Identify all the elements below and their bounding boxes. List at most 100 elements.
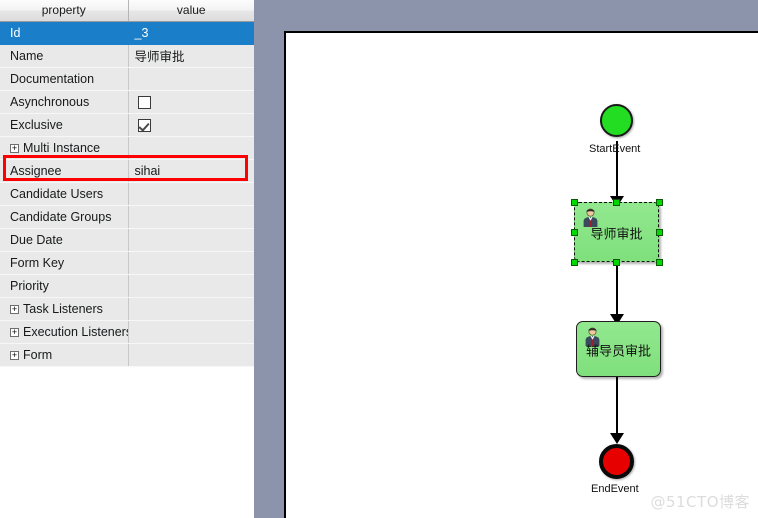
table-row[interactable]: Due Date	[0, 228, 254, 252]
expand-plus-icon[interactable]: +	[10, 304, 19, 314]
table-row[interactable]: Documentation	[0, 67, 254, 91]
selection-handle-s[interactable]	[613, 259, 620, 266]
property-name-label: Asynchronous	[10, 94, 90, 109]
property-name-cell[interactable]: Documentation	[0, 67, 129, 91]
selection-handle-sw[interactable]	[571, 259, 578, 266]
expand-plus-icon[interactable]: +	[10, 143, 19, 153]
property-name-cell[interactable]: + Form	[0, 343, 129, 367]
property-name-cell[interactable]: + Execution Listeners	[0, 320, 129, 344]
application-window: property value Id _3 Name 导师审批 Documentation…	[0, 0, 758, 518]
start-event-label: StartEvent	[589, 143, 641, 155]
property-name-cell[interactable]: Due Date	[0, 228, 129, 252]
property-value-cell[interactable]	[128, 297, 254, 321]
property-value-text: _3	[134, 25, 149, 40]
property-name-cell[interactable]: Form Key	[0, 251, 129, 275]
property-value-cell[interactable]	[128, 320, 254, 344]
table-row[interactable]: Asynchronous	[0, 90, 254, 114]
user-task-label-1: 导师审批	[590, 227, 643, 243]
property-value-text: 导师审批	[134, 50, 185, 64]
property-value-cell[interactable]: sihai	[128, 159, 254, 183]
property-name-label: Name	[10, 48, 44, 63]
table-row[interactable]: Assignee sihai	[0, 159, 254, 183]
property-value-cell[interactable]	[128, 67, 254, 91]
property-name-label: Form Key	[10, 255, 65, 270]
property-name-cell[interactable]: Assignee	[0, 159, 129, 183]
selection-handle-e[interactable]	[656, 229, 663, 236]
selection-handle-n[interactable]	[613, 199, 620, 206]
watermark: @51CTO博客	[650, 493, 750, 511]
table-row[interactable]: Priority	[0, 274, 254, 298]
selection-handle-nw[interactable]	[571, 199, 578, 206]
property-value-cell[interactable]	[128, 182, 254, 206]
table-row[interactable]: + Form	[0, 343, 254, 367]
property-name-cell[interactable]: + Multi Instance	[0, 136, 129, 160]
property-name-label: Candidate Users	[10, 186, 104, 201]
property-name-cell[interactable]: Candidate Groups	[0, 205, 129, 229]
selection-handle-ne[interactable]	[656, 199, 663, 206]
property-name-label: Task Listeners	[23, 301, 103, 316]
property-name-label: Candidate Groups	[10, 209, 112, 224]
canvas-gutter-top	[254, 0, 758, 31]
table-row[interactable]: Id _3	[0, 21, 255, 45]
selection-handle-se[interactable]	[656, 259, 663, 266]
user-task-node-2[interactable]: 辅导员审批	[576, 321, 661, 377]
table-row[interactable]: Candidate Groups	[0, 205, 254, 229]
property-value-cell[interactable]	[128, 343, 254, 367]
properties-panel: property value Id _3 Name 导师审批 Documentation…	[0, 0, 255, 518]
property-value-cell[interactable]: _3	[128, 21, 255, 45]
property-value-cell[interactable]	[128, 113, 254, 137]
end-event-node[interactable]	[599, 444, 634, 479]
user-task-node-1[interactable]: 导师审批	[574, 202, 659, 262]
checkbox-checked[interactable]	[137, 118, 151, 132]
expand-plus-icon[interactable]: +	[10, 327, 19, 337]
property-value-cell[interactable]	[128, 274, 254, 298]
table-header-row: property value	[0, 0, 254, 22]
user-task-label-2: 辅导员审批	[585, 344, 651, 360]
property-value-cell[interactable]	[128, 136, 254, 160]
selection-handle-w[interactable]	[571, 229, 578, 236]
checkbox-unchecked[interactable]	[137, 95, 151, 109]
property-value-cell[interactable]	[128, 90, 254, 114]
property-name-cell[interactable]: Priority	[0, 274, 129, 298]
canvas-gutter-left	[254, 0, 284, 518]
arrow-head-task2-to-end	[610, 433, 624, 444]
end-event-label: EndEvent	[591, 483, 639, 495]
property-value-text: sihai	[134, 163, 161, 178]
start-event-node[interactable]	[600, 104, 633, 137]
property-value-cell[interactable]	[128, 251, 254, 275]
property-name-cell[interactable]: + Task Listeners	[0, 297, 129, 321]
property-value-cell[interactable]	[128, 228, 254, 252]
property-value-cell[interactable]: 导师审批	[128, 44, 254, 68]
properties-table-body: Id _3 Name 导师审批 Documentation Asynchronous Exc…	[0, 21, 255, 367]
table-row[interactable]: + Task Listeners	[0, 297, 254, 321]
property-name-label: Documentation	[10, 71, 95, 86]
sequence-flow-task2-to-end[interactable]	[616, 377, 618, 437]
bpmn-diagram-canvas[interactable]: StartEvent 导师审批 辅导员审批 EndEvent @51CTO博客	[284, 31, 758, 518]
property-name-label: Assignee	[10, 163, 62, 178]
table-row[interactable]: Exclusive	[0, 113, 254, 137]
property-name-label: Priority	[10, 278, 49, 293]
property-name-label: Due Date	[10, 232, 63, 247]
property-name-cell[interactable]: Exclusive	[0, 113, 129, 137]
expand-plus-icon[interactable]: +	[10, 350, 19, 360]
column-header-property[interactable]: property	[0, 0, 129, 22]
table-row[interactable]: Form Key	[0, 251, 254, 275]
table-row[interactable]: + Execution Listeners	[0, 320, 254, 344]
property-name-label: Id	[10, 25, 21, 40]
column-header-value[interactable]: value	[128, 0, 254, 22]
property-name-cell[interactable]: Candidate Users	[0, 182, 129, 206]
properties-table-header: property value	[0, 0, 254, 22]
property-name-cell[interactable]: Name	[0, 44, 129, 68]
table-row[interactable]: Candidate Users	[0, 182, 254, 206]
property-name-label: Exclusive	[10, 117, 63, 132]
table-row[interactable]: Name 导师审批	[0, 44, 254, 68]
property-value-cell[interactable]	[128, 205, 254, 229]
property-name-cell[interactable]: Asynchronous	[0, 90, 129, 114]
sequence-flow-task1-to-task2[interactable]	[616, 263, 618, 318]
property-name-cell[interactable]: Id	[0, 21, 129, 45]
property-name-label: Form	[23, 347, 53, 362]
properties-table: property value Id _3 Name 导师审批 Documentation…	[0, 0, 255, 367]
property-name-label: Multi Instance	[23, 140, 101, 155]
table-row[interactable]: + Multi Instance	[0, 136, 254, 160]
property-name-label: Execution Listeners	[23, 324, 128, 339]
